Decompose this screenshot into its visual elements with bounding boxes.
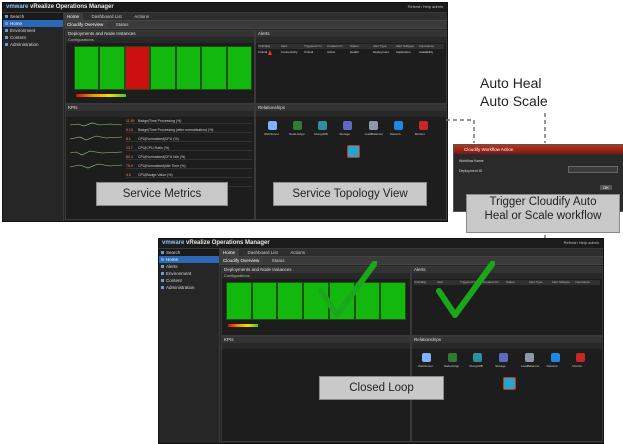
topology-node[interactable] [447, 353, 457, 362]
topology-node[interactable] [422, 353, 431, 362]
check-mark-icon [436, 261, 495, 318]
bottom-heatmap [226, 282, 406, 320]
top-links-bottom[interactable]: Refresh Help admin [564, 240, 599, 245]
topology-node[interactable] [550, 353, 560, 362]
table-cell: Alert Type [529, 280, 543, 284]
workflow-input[interactable] [568, 166, 618, 173]
topology-node-label: WebServer [418, 364, 433, 368]
sidebar-item-alerts[interactable]: Alerts [159, 263, 219, 270]
trigger-workflow-callout: Trigger Cloudify Auto Heal or Scale work… [466, 194, 620, 233]
topology-node[interactable] [503, 377, 516, 390]
topology-graph: WebServer NodeJsApp MongoDB Storage LoadBala… [418, 353, 598, 401]
heatmap-cell[interactable] [380, 282, 406, 320]
tab-cloudify-overview[interactable]: Cloudify Overview [219, 257, 264, 264]
topology-node-label: Monitor [572, 364, 583, 368]
topology-node[interactable] [473, 353, 483, 362]
heatmap-legend [228, 324, 258, 327]
app-title-bottom: vmware vRealize Operations Manager [162, 240, 270, 246]
field-deployment-label: Deployment ID [459, 169, 483, 173]
field-workflow-label: Workflow Name [459, 159, 484, 163]
sidebar-search[interactable]: Search [159, 249, 219, 256]
topology-node-label: MongoDB [469, 364, 483, 368]
tab-status[interactable]: Status [268, 257, 289, 264]
heatmap-cell[interactable] [277, 282, 304, 320]
dialog-title: Cloudify Workflow Action [454, 145, 623, 154]
topology-node[interactable] [524, 353, 534, 362]
table-cell: Alert Subtype [552, 280, 571, 284]
sidebar-bottom: Search Home Alerts Environment Content A… [159, 249, 220, 443]
heatmap-cell[interactable] [226, 282, 252, 320]
topology-node-label: LoadBalancer [520, 364, 540, 368]
deployments-toolbar[interactable]: Configurations [222, 273, 410, 279]
main-tab-bar-bottom: Home Dashboard List Actions [219, 249, 603, 257]
sidebar-item-content[interactable]: Content [159, 277, 219, 284]
app-header-bottom: vmware vRealize Operations Manager Refre… [159, 239, 603, 249]
check-mark-icon [318, 261, 377, 318]
topology-node-label: Network [546, 364, 558, 368]
table-cell: Status [506, 280, 515, 284]
table-cell: Importance [575, 280, 591, 284]
bottom-screenshot: vmware vRealize Operations Manager Refre… [158, 238, 604, 444]
relationships-toolbar[interactable] [412, 343, 602, 349]
deployments-panel-bottom: Deployments and Node Instances Configura… [221, 266, 411, 336]
topology-node-label: Storage [495, 364, 506, 368]
sidebar-item-home[interactable]: Home [159, 256, 219, 263]
sidebar-item-environment[interactable]: Environment [159, 270, 219, 277]
topology-node[interactable] [576, 353, 586, 362]
kpi-toolbar[interactable] [222, 343, 410, 349]
dashboard-tab-bar-bottom: Cloudify Overview Status [219, 257, 603, 265]
tab-home[interactable]: Home [219, 249, 240, 256]
topology-node[interactable] [499, 353, 509, 362]
tab-dashboard-list[interactable]: Dashboard List [243, 249, 281, 256]
sidebar-item-administration[interactable]: Administration [159, 284, 219, 291]
dialog-ok-button[interactable]: OK [600, 185, 612, 190]
table-cell: Criticality [414, 280, 427, 284]
topology-node-label: NodeJsApp [443, 364, 460, 368]
closed-loop-callout: Closed Loop [319, 376, 444, 400]
heatmap-cell[interactable] [251, 282, 278, 320]
tab-actions[interactable]: Actions [286, 249, 309, 256]
